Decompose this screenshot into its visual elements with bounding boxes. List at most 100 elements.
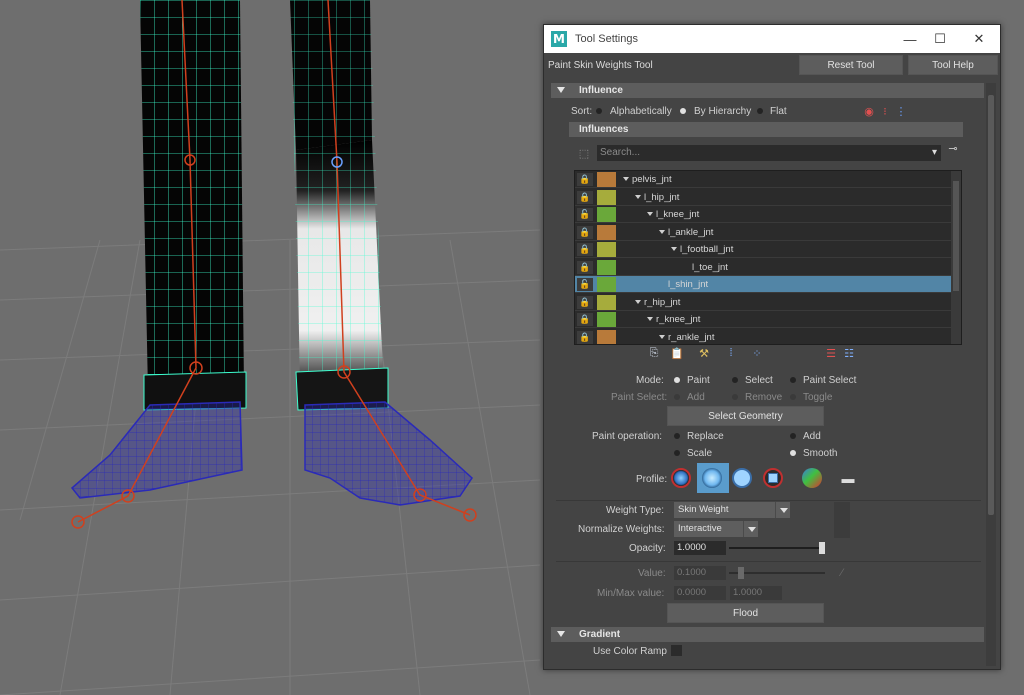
value-slider-handle[interactable]: [738, 567, 744, 579]
value-pick-icon[interactable]: ⁄: [835, 566, 849, 580]
paint-op-scale-radio[interactable]: [674, 450, 680, 456]
expand-arrow-icon[interactable]: [647, 317, 653, 321]
influence-color-swatch[interactable]: [597, 224, 616, 240]
sort-hierarchy-label[interactable]: By Hierarchy: [694, 106, 751, 117]
influence-section-header[interactable]: Influence: [551, 83, 984, 98]
pin-icon[interactable]: ⊸: [946, 141, 960, 155]
expand-all-icon[interactable]: ☰: [824, 346, 838, 360]
opacity-slider-handle[interactable]: [819, 542, 825, 554]
profile-solid-icon[interactable]: [732, 468, 752, 488]
paint-op-add-radio[interactable]: [790, 433, 796, 439]
list-flag-icon[interactable]: ⋮: [894, 104, 908, 118]
influence-row[interactable]: 🔒 l_hip_jnt: [575, 189, 953, 206]
flood-button[interactable]: Flood: [667, 603, 824, 623]
lock-icon[interactable]: 🔒: [577, 330, 593, 344]
expand-arrow-icon[interactable]: [623, 177, 629, 181]
paint-op-replace-radio[interactable]: [674, 433, 680, 439]
close-button[interactable]: ✕: [960, 25, 998, 53]
influence-color-swatch[interactable]: [597, 329, 616, 344]
paint-op-smooth-radio[interactable]: [790, 450, 796, 456]
browse-folder-icon[interactable]: ▬: [841, 471, 855, 486]
mode-select-label[interactable]: Select: [745, 375, 773, 386]
tool-help-button[interactable]: Tool Help: [908, 55, 998, 75]
influence-row[interactable]: 🔓 l_knee_jnt: [575, 206, 953, 223]
paint-op-smooth-label[interactable]: Smooth: [803, 448, 837, 459]
paint-select-add-label[interactable]: Add: [687, 392, 705, 403]
use-color-ramp-checkbox[interactable]: [671, 645, 682, 656]
influence-color-swatch[interactable]: [597, 259, 616, 275]
title-bar[interactable]: M Tool Settings — ☐ ✕: [544, 25, 1000, 53]
paint-op-add-label[interactable]: Add: [803, 431, 821, 442]
paint-select-remove-label[interactable]: Remove: [745, 392, 782, 403]
search-input[interactable]: Search... ▾: [597, 145, 941, 161]
paint-op-scale-label[interactable]: Scale: [687, 448, 712, 459]
influence-color-swatch[interactable]: [597, 277, 616, 292]
expand-arrow-icon[interactable]: [659, 334, 665, 339]
weight-type-dropdown[interactable]: Skin Weight: [674, 502, 790, 518]
normalize-weights-dropdown[interactable]: Interactive: [674, 521, 758, 537]
mode-paint-label[interactable]: Paint: [687, 375, 710, 386]
opacity-slider[interactable]: [729, 542, 825, 554]
weight-hammer-icon[interactable]: ⚒: [697, 346, 711, 360]
expand-arrow-icon[interactable]: [659, 229, 665, 234]
mode-paint-select-radio[interactable]: [790, 377, 796, 383]
mode-select-radio[interactable]: [732, 377, 738, 383]
influence-row[interactable]: 🔓 l_shin_jnt: [575, 276, 953, 293]
copy-weights-icon[interactable]: ⎘: [647, 346, 661, 360]
paint-select-toggle-label[interactable]: Toggle: [803, 392, 832, 403]
paint-select-remove-radio[interactable]: [732, 394, 738, 400]
sort-flat-label[interactable]: Flat: [770, 106, 787, 117]
lock-icon[interactable]: 🔒: [577, 260, 593, 274]
unlock-icon[interactable]: 🔓: [577, 208, 593, 221]
opacity-field[interactable]: 1.0000: [674, 541, 726, 555]
influence-row[interactable]: 🔒 l_ankle_jnt: [575, 224, 953, 241]
gradient-section-header[interactable]: Gradient: [551, 627, 984, 642]
paint-op-replace-label[interactable]: Replace: [687, 431, 724, 442]
profile-custom-brush-icon[interactable]: [802, 468, 822, 488]
expand-arrow-icon[interactable]: [635, 299, 641, 304]
unlock-icon[interactable]: 🔓: [577, 278, 593, 291]
target-icon[interactable]: ◉: [862, 104, 876, 118]
prune-weights-icon[interactable]: ⁘: [750, 346, 764, 360]
expand-arrow-icon[interactable]: [671, 247, 677, 251]
panel-scrollbar[interactable]: [986, 83, 996, 666]
max-value-field[interactable]: 1.0000: [730, 586, 782, 600]
influence-row[interactable]: 🔒 pelvis_jnt: [575, 171, 953, 188]
sort-alpha-radio[interactable]: [596, 108, 602, 114]
influence-color-swatch[interactable]: [597, 312, 616, 327]
sort-alpha-label[interactable]: Alphabetically: [610, 106, 672, 117]
mode-paint-radio[interactable]: [674, 377, 680, 383]
lock-icon[interactable]: 🔒: [577, 313, 593, 326]
sort-flat-radio[interactable]: [757, 108, 763, 114]
influence-row[interactable]: 🔒 l_toe_jnt: [575, 259, 953, 276]
lock-icon[interactable]: 🔒: [577, 243, 593, 256]
sort-hierarchy-radio[interactable]: [680, 108, 686, 114]
panel-scrollbar-thumb[interactable]: [988, 95, 994, 515]
lock-icon[interactable]: 🔒: [577, 173, 593, 186]
lock-icon[interactable]: 🔒: [577, 190, 593, 204]
tree-scrollbar[interactable]: [951, 171, 961, 344]
influence-color-swatch[interactable]: [597, 294, 616, 310]
collapse-all-icon[interactable]: ☷: [842, 346, 856, 360]
influence-color-swatch[interactable]: [597, 172, 616, 187]
search-dropdown-icon[interactable]: ▾: [932, 145, 937, 161]
influence-row[interactable]: 🔒 r_hip_jnt: [575, 294, 953, 311]
lock-icon[interactable]: 🔒: [577, 225, 593, 239]
paste-weights-icon[interactable]: 📋: [670, 346, 684, 360]
lock-icon[interactable]: 🔒: [577, 295, 593, 309]
profile-gaussian-icon[interactable]: [671, 468, 691, 488]
value-slider[interactable]: [729, 567, 825, 579]
min-value-field[interactable]: 0.0000: [674, 586, 726, 600]
paint-select-toggle-radio[interactable]: [790, 394, 796, 400]
reset-tool-button[interactable]: Reset Tool: [799, 55, 903, 75]
value-field[interactable]: 0.1000: [674, 566, 726, 580]
select-geometry-button[interactable]: Select Geometry: [667, 406, 824, 426]
influence-row[interactable]: 🔒 l_football_jnt: [575, 241, 953, 258]
influence-row[interactable]: 🔒 r_ankle_jnt: [575, 329, 953, 344]
select-frame-icon[interactable]: ⬚: [577, 146, 591, 160]
mode-paint-select-label[interactable]: Paint Select: [803, 375, 856, 386]
influence-color-swatch[interactable]: [597, 189, 616, 205]
influence-color-swatch[interactable]: [597, 207, 616, 222]
expand-arrow-icon[interactable]: [635, 194, 641, 199]
paint-select-add-radio[interactable]: [674, 394, 680, 400]
